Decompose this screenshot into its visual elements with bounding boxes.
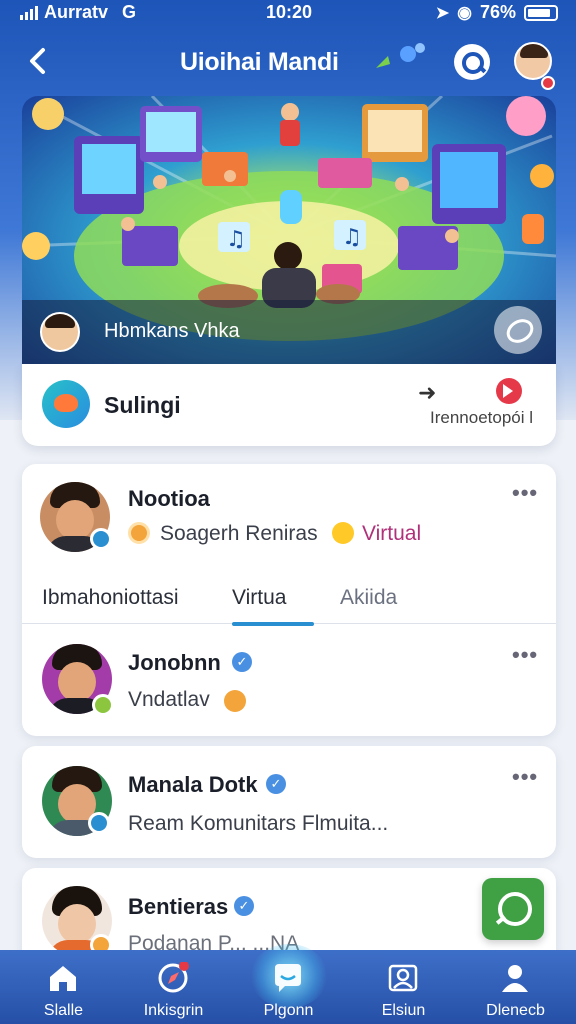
tab-indicator: [232, 622, 314, 626]
signal-icon: [20, 5, 38, 20]
community-link[interactable]: Irennoetopói l: [430, 408, 533, 428]
coin-icon: [128, 522, 150, 544]
search-button[interactable]: [454, 44, 490, 80]
profile-icon: [502, 965, 528, 992]
post-text: Ream Komunitars Flmuita...: [128, 812, 389, 835]
reply-author[interactable]: Jonobnn: [128, 650, 221, 676]
more-icon[interactable]: •••: [512, 764, 538, 790]
hero-banner[interactable]: ♫ ♫ Hbmkans Vhka: [22, 96, 556, 364]
clock: 10:20: [266, 2, 313, 22]
app-header: Uioihai Mandi: [0, 36, 576, 90]
info-badge-icon: [224, 690, 246, 712]
verified-icon: ✓: [266, 774, 286, 794]
share-icon[interactable]: ➜: [418, 380, 436, 406]
community-card[interactable]: Sulingi ➜ Irennoetopói l: [22, 364, 556, 446]
post-author[interactable]: Bentieras: [128, 894, 228, 920]
nav-item-chat[interactable]: Plgonn: [231, 950, 346, 1024]
post-card: Manala Dotk ✓ ••• Ream Komunitars Flmuit…: [22, 746, 556, 858]
home-icon: [50, 966, 76, 991]
caption-avatar[interactable]: [40, 312, 80, 352]
nav-item-home[interactable]: Slalle: [6, 950, 121, 1024]
chevron-left-icon: [30, 48, 45, 74]
post-author[interactable]: Manala Dotk: [128, 772, 258, 798]
status-bar: Aurratv G 10:20 ➤ ◉ 76%: [0, 0, 576, 26]
reply-text: Vndatlav: [128, 688, 210, 711]
nav-label: Elsiun: [381, 1002, 426, 1019]
post-author[interactable]: Nootioa: [128, 486, 210, 512]
community-icon: [42, 380, 90, 428]
nav-label: Dlenecb: [486, 1002, 545, 1019]
online-badge: [90, 528, 112, 550]
tab-activity[interactable]: Akiida: [340, 586, 397, 610]
battery-icon: [524, 4, 558, 21]
nav-label: Inkisgrin: [143, 1002, 204, 1019]
svg-text:♫: ♫: [342, 225, 362, 250]
notification-badge: [541, 76, 555, 90]
hero-action-button[interactable]: [494, 306, 542, 354]
network-label: G: [122, 2, 137, 22]
chat-icon: [275, 964, 301, 992]
nav-label: Plgonn: [263, 1002, 314, 1019]
community-icon: [388, 964, 418, 992]
sparkle-icon: [376, 43, 425, 68]
smile-icon: [332, 522, 354, 544]
more-icon[interactable]: •••: [512, 642, 538, 668]
tab-bar: Ibmahoniottasi Virtua Akiida: [22, 572, 556, 626]
hero-caption-bar: Hbmkans Vhka: [22, 300, 556, 364]
carrier-label: Aurratv: [44, 2, 109, 22]
new-chat-button[interactable]: [482, 878, 544, 940]
verified-icon: ✓: [234, 896, 254, 916]
back-button[interactable]: [22, 44, 56, 78]
location-icon: ➤: [435, 4, 450, 22]
post-tag[interactable]: Virtual: [362, 522, 421, 546]
bottom-nav: Slalle Inkisgrin Plgonn Elsiun Dlenecb: [0, 944, 576, 1024]
online-badge: [88, 812, 110, 834]
page-title: Uioihai Mandi: [180, 48, 339, 76]
alarm-icon: ◉: [457, 2, 472, 22]
tab-virtual[interactable]: Virtua: [232, 586, 286, 610]
more-icon[interactable]: •••: [512, 480, 538, 506]
post-subtitle: Soagerh Reniras: [160, 522, 318, 545]
tab-information[interactable]: Ibmahoniottasi: [42, 586, 179, 610]
verified-icon: ✓: [232, 652, 252, 672]
profile-avatar[interactable]: [514, 42, 552, 80]
community-title: Sulingi: [104, 392, 181, 418]
svg-text:♫: ♫: [226, 227, 246, 252]
nav-item-explore[interactable]: Inkisgrin: [116, 950, 231, 1024]
live-icon[interactable]: [496, 378, 522, 404]
hero-caption: Hbmkans Vhka: [104, 320, 240, 342]
featured-post-card: Nootioa ••• Soagerh Reniras Virtual Ibma…: [22, 464, 556, 736]
nav-label: Slalle: [43, 1002, 84, 1019]
online-badge: [92, 694, 114, 716]
battery-percent: 76%: [479, 2, 516, 22]
compass-icon: [158, 962, 189, 993]
nav-item-profile[interactable]: Dlenecb: [458, 950, 573, 1024]
nav-item-community[interactable]: Elsiun: [346, 950, 461, 1024]
